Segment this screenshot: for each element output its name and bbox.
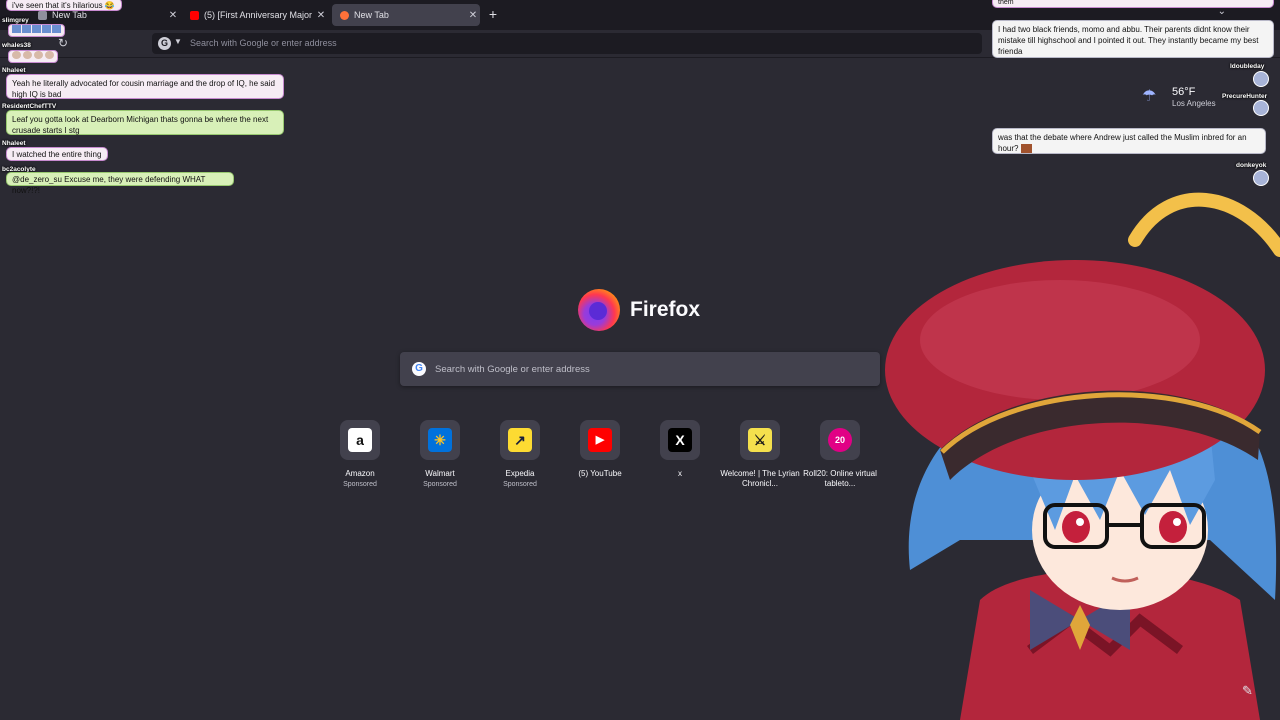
youtube-icon: ▶ [588,428,612,452]
url-bar-placeholder[interactable]: Search with Google or enter address [190,38,337,48]
firefox-favicon-icon [340,10,349,20]
emote-row [8,50,58,63]
tab-youtube[interactable]: (5) [First Anniversary Major Upd ✕ [182,4,328,26]
shortcut-label: Roll20: Online virtual tableto... [803,469,877,488]
search-engine-icon[interactable]: G [158,37,171,50]
shortcut-label: Welcome! | The Lyrian Chronicl... [720,469,800,488]
emote-icon [32,25,41,33]
shortcut-tile[interactable]: ✳ [420,420,460,460]
chat-message: i've seen that it's hilarious 😂 [6,0,122,11]
chat-username: Nhaleet [2,67,26,74]
expedia-icon: ↗ [508,428,532,452]
chat-username: Nhaleet [2,140,26,147]
vtuber-avatar [880,180,1280,720]
crossed-swords-icon: ⚔ [748,428,772,452]
shortcut-x[interactable]: X x [640,420,720,479]
x-logo-icon: X [668,428,692,452]
firefox-globe-icon [589,302,607,320]
shortcut-walmart[interactable]: ✳ Walmart Sponsored [400,420,480,489]
shortcut-tile[interactable]: a [340,420,380,460]
firefox-logo-icon [578,289,620,331]
chat-message-text: was that the debate where Andrew just ca… [998,133,1247,153]
emote-icon [12,51,21,59]
emote-icon [52,25,61,33]
rain-cloud-icon: ☂ [1142,88,1157,105]
shortcut-youtube[interactable]: ▶ (5) YouTube [560,420,640,479]
sponsored-label: Sponsored [343,481,377,488]
emote-icon [23,51,32,59]
emote-icon [22,25,31,33]
emote-row [8,24,65,37]
pencil-edit-icon[interactable]: ✎ [1242,683,1253,699]
tab-new-tab-active[interactable]: New Tab ✕ [332,4,480,26]
shortcut-label: Amazon [345,469,375,478]
chat-username: donkeyok [1236,162,1267,169]
avatar [1253,100,1269,116]
chat-message: Yeah he literally advocated for cousin m… [6,74,284,99]
shortcut-label: x [678,469,682,478]
shortcut-tile[interactable]: ▶ [580,420,620,460]
chat-username: ldoubleday [1230,63,1265,70]
chat-message: was that the debate where Andrew just ca… [992,128,1266,154]
chevron-down-icon[interactable]: ▼ [174,37,182,46]
shortcut-tile[interactable]: 20 [820,420,860,460]
shortcut-tile[interactable]: ⚔ [740,420,780,460]
chat-username: whales38 [2,42,31,49]
emote-icon [1020,144,1032,154]
close-icon[interactable]: ✕ [314,10,328,21]
chat-username: ResidentChefTTV [2,103,57,110]
shortcut-label: Expedia [505,469,535,478]
weather-location: Los Angeles [1172,99,1216,108]
close-icon[interactable]: ✕ [166,10,180,21]
new-tab-button[interactable]: + [486,6,500,22]
chat-username: slimgrey [2,17,29,24]
main-search-placeholder[interactable]: Search with Google or enter address [435,364,590,375]
emote-icon [12,25,21,33]
shortcut-label: (5) YouTube [578,469,622,478]
sponsored-label: Sponsored [423,481,457,488]
firefox-wordmark: Firefox [630,298,701,321]
emote-icon [42,25,51,33]
shortcut-tile[interactable]: X [660,420,700,460]
google-icon: G [412,362,426,376]
reload-icon[interactable]: ↻ [58,36,68,50]
amazon-icon: a [348,428,372,452]
youtube-favicon-icon [190,10,199,20]
tab-title: (5) [First Anniversary Major Upd [204,10,314,20]
walmart-icon: ✳ [428,428,452,452]
chat-message: I had two black friends, momo and abbu. … [992,20,1274,58]
tab-title: New Tab [52,10,87,20]
shortcut-amazon[interactable]: a Amazon Sponsored [320,420,400,489]
tab-title: New Tab [354,10,389,20]
chat-username: PrecureHunter [1222,93,1268,100]
firefox-favicon-icon [38,10,47,20]
roll20-icon: 20 [828,428,852,452]
shortcut-expedia[interactable]: ↗ Expedia Sponsored [480,420,560,489]
avatar [1253,71,1269,87]
vtuber-avatar-illustration [885,192,1280,720]
close-icon[interactable]: ✕ [466,10,480,21]
emote-icon [34,51,43,59]
url-bar[interactable]: G ▼ Search with Google or enter address [152,33,982,54]
chat-message: @de_zero_su Excuse me, they were defendi… [6,172,234,195]
shortcut-roll20[interactable]: 20 Roll20: Online virtual tableto... [800,420,880,489]
chat-message: Leaf you gotta look at Dearborn Michigan… [6,110,284,135]
emote-icon [45,51,54,59]
shortcut-label: Walmart [425,469,455,478]
main-search-input[interactable]: G Search with Google or enter address [400,352,880,386]
weather-temperature: 56°F [1172,86,1196,98]
sponsored-label: Sponsored [503,481,537,488]
chat-message: them [992,0,1274,8]
shortcut-lyrian-chronicles[interactable]: ⚔ Welcome! | The Lyrian Chronicl... [720,420,800,489]
chat-message: I watched the entire thing [6,147,108,161]
shortcut-tile[interactable]: ↗ [500,420,540,460]
